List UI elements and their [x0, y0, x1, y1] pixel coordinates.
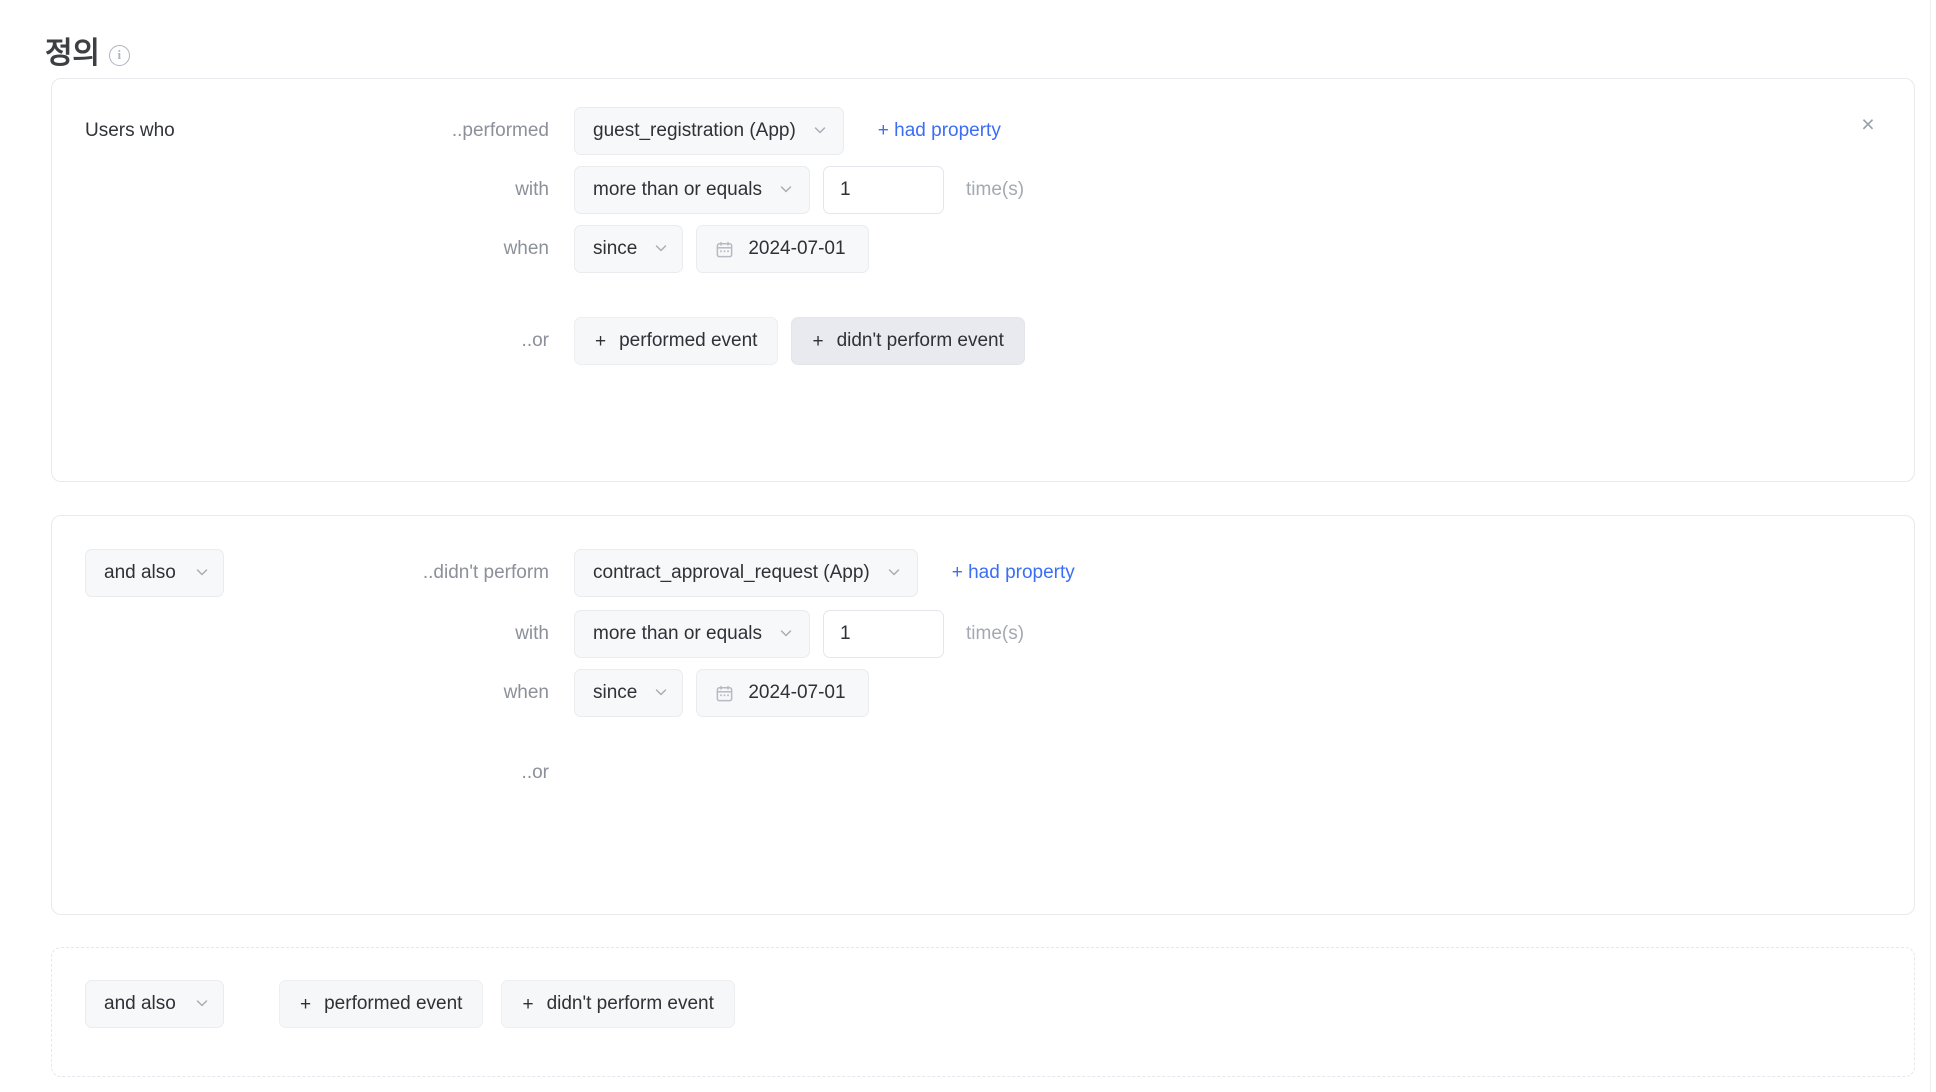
close-icon[interactable]: × [1853, 109, 1883, 139]
count-row-label: with [515, 179, 549, 200]
conjunction-select[interactable]: and also [85, 980, 224, 1028]
conjunction-value: and also [104, 993, 176, 1014]
date-range-select[interactable]: since [574, 669, 684, 717]
add-property-link[interactable]: + had property [952, 562, 1075, 584]
calendar-icon [715, 684, 734, 703]
date-row-label-wrap: when [52, 238, 574, 260]
condition-card-2: and also ..didn't perform contract_appro… [51, 515, 1915, 915]
or-row: ..or [52, 717, 1914, 784]
event-row-fields: contract_approval_request (App) + had pr… [574, 549, 1075, 597]
event-select[interactable]: contract_approval_request (App) [574, 549, 918, 597]
date-row-label: when [503, 238, 549, 259]
chevron-down-icon [812, 122, 828, 138]
chevron-down-icon [653, 240, 669, 256]
count-row-label-wrap: with [52, 179, 574, 201]
count-unit-label: time(s) [966, 179, 1025, 200]
add-didnt-perform-event-label: didn't perform event [836, 330, 1004, 351]
add-condition-controls: and also + performed event + didn't perf… [52, 948, 1914, 1028]
date-row-fields: since 2024-07-01 [574, 669, 869, 717]
page-title: 정의 [45, 37, 100, 70]
count-row-fields: more than or equals time(s) [574, 166, 1024, 214]
event-select[interactable]: guest_registration (App) [574, 107, 844, 155]
event-row-labels: Users who ..performed [52, 120, 574, 142]
plus-icon: + [812, 330, 824, 352]
add-performed-event-button[interactable]: + performed event [279, 980, 484, 1028]
date-picker[interactable]: 2024-07-01 [696, 669, 869, 717]
count-value-input[interactable] [823, 166, 944, 214]
count-row: with more than or equals time(s) [52, 155, 1914, 214]
condition-card-list: × Users who ..performed guest_registrati… [0, 78, 1936, 1077]
date-row-fields: since 2024-07-01 [574, 225, 869, 273]
event-row-label: ..performed [451, 120, 549, 141]
chevron-down-icon [886, 564, 902, 580]
date-row: when since 2024-07-01 [52, 658, 1914, 717]
chevron-down-icon [778, 625, 794, 641]
count-operator-select[interactable]: more than or equals [574, 610, 810, 658]
plus-icon: + [595, 330, 607, 352]
definition-panel: 정의 i × Users who ..performed guest_regis… [0, 0, 1936, 1092]
add-performed-event-label: performed event [324, 993, 463, 1014]
count-unit-label: time(s) [966, 623, 1025, 644]
add-didnt-perform-event-label: didn't perform event [546, 993, 714, 1014]
date-range-select[interactable]: since [574, 225, 684, 273]
conjunction-value: and also [104, 562, 176, 583]
add-performed-event-label: performed event [619, 330, 758, 351]
add-didnt-perform-event-button[interactable]: + didn't perform event [501, 980, 735, 1028]
date-row: when since 2024-07-01 [52, 214, 1914, 273]
info-icon[interactable]: i [108, 44, 130, 66]
or-row-label-wrap: ..or [52, 330, 574, 352]
chevron-down-icon [778, 181, 794, 197]
count-row-label: with [515, 623, 549, 644]
event-row-fields: guest_registration (App) + had property [574, 107, 1001, 155]
or-row-label-wrap: ..or [52, 762, 574, 784]
add-performed-event-button[interactable]: + performed event [574, 317, 779, 365]
chevron-down-icon [194, 995, 210, 1011]
date-range-value: since [593, 238, 638, 259]
date-range-value: since [593, 682, 638, 703]
conjunction-select[interactable]: and also [85, 549, 224, 597]
or-row-buttons: + performed event + didn't perform event [574, 317, 1025, 365]
date-value: 2024-07-01 [748, 682, 846, 703]
count-row-label-wrap: with [52, 623, 574, 645]
date-value: 2024-07-01 [748, 238, 846, 259]
count-operator-select[interactable]: more than or equals [574, 166, 810, 214]
count-operator-value: more than or equals [593, 179, 762, 200]
chevron-down-icon [194, 564, 210, 580]
or-row-label: ..or [521, 330, 549, 351]
add-didnt-perform-event-button[interactable]: + didn't perform event [791, 317, 1025, 365]
plus-icon: + [522, 993, 534, 1015]
event-select-value: contract_approval_request (App) [593, 562, 870, 583]
panel-right-edge [1930, 0, 1936, 1092]
count-value-input[interactable] [823, 610, 944, 658]
date-row-label: when [503, 682, 549, 703]
lead-label: Users who [85, 120, 175, 141]
date-row-label-wrap: when [52, 682, 574, 704]
count-row: with more than or equals time(s) [52, 597, 1914, 658]
event-row: Users who ..performed guest_registration… [52, 79, 1914, 155]
or-row-label: ..or [521, 762, 549, 783]
event-row-labels: and also ..didn't perform [52, 549, 574, 597]
plus-icon: + [300, 993, 312, 1015]
count-operator-value: more than or equals [593, 623, 762, 644]
event-select-value: guest_registration (App) [593, 120, 796, 141]
event-row-label: ..didn't perform [422, 562, 549, 583]
count-row-fields: more than or equals time(s) [574, 610, 1024, 658]
or-row: ..or + performed event + didn't perform … [52, 273, 1914, 365]
event-row: and also ..didn't perform contract_appro… [52, 516, 1914, 597]
page-header: 정의 i [0, 0, 1936, 78]
add-condition-card: and also + performed event + didn't perf… [51, 947, 1915, 1077]
condition-card-1: × Users who ..performed guest_registrati… [51, 78, 1915, 482]
date-picker[interactable]: 2024-07-01 [696, 225, 869, 273]
info-icon-glyph: i [117, 47, 122, 62]
chevron-down-icon [653, 684, 669, 700]
add-property-link[interactable]: + had property [878, 120, 1001, 142]
calendar-icon [715, 240, 734, 259]
